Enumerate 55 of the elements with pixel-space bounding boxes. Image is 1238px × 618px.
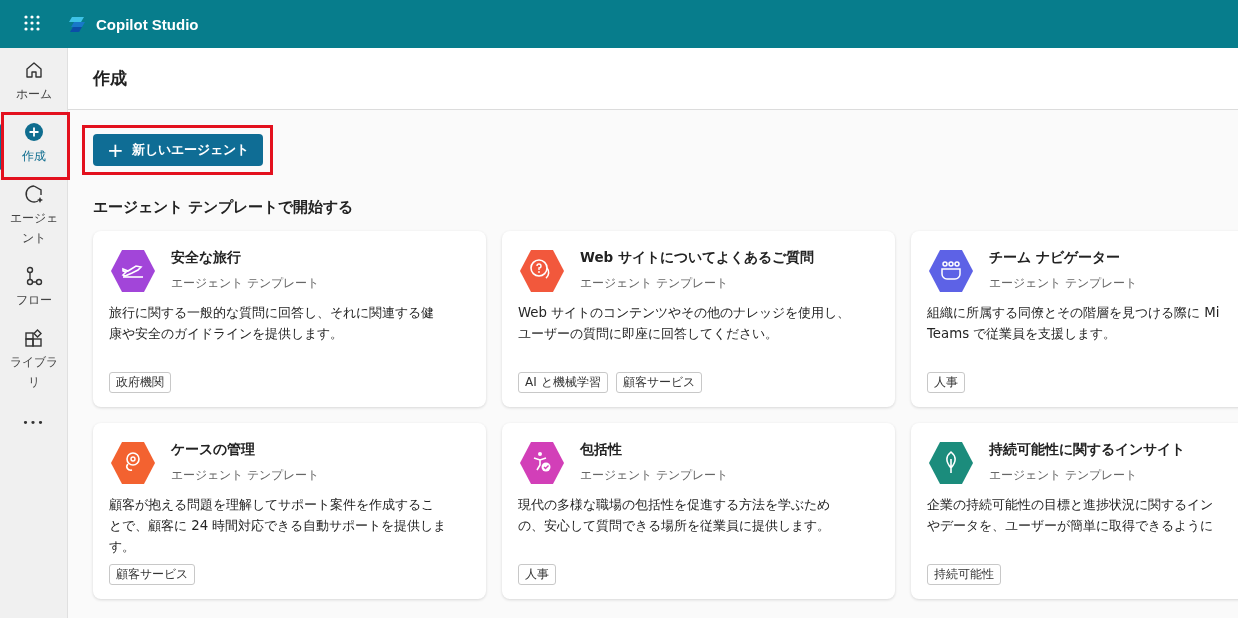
nav-item[interactable]: ホーム xyxy=(3,56,64,110)
description-line: ユーザーの質問に即座に回答してください。 xyxy=(518,325,778,343)
description-line: す。 xyxy=(109,538,135,556)
category-tag: 顧客サービス xyxy=(615,372,702,393)
description-line: の、安心して質問できる場所を従業員に提供します。 xyxy=(518,517,830,535)
description-line: 旅行に関する一般的な質問に回答し、それに関連する健 xyxy=(109,304,434,322)
template-subtitle: エージェント テンプレート xyxy=(171,468,319,483)
more-button[interactable]: ••• xyxy=(22,416,45,429)
category-tag: 人事 xyxy=(518,564,556,585)
nav-item[interactable]: ライブラリ xyxy=(3,324,64,398)
template-title[interactable]: 安全な旅行 xyxy=(171,249,319,267)
template-card[interactable]: Web サイトについてよくあるご質問 エージェント テンプレート Web サイトのコンテンツやその他のナレッジを使用し、 ユーザーの質問に即座に回答してください。 AI と機械学習 顧客サービス xyxy=(502,231,895,407)
new-agent-button[interactable]: + 新しいエージェント xyxy=(93,134,263,166)
logo-icon xyxy=(68,15,88,33)
nav-icon xyxy=(23,60,44,80)
template-title[interactable]: Web サイトについてよくあるご質問 xyxy=(580,249,814,267)
description-line: 組織に所属する同僚とその階層を見つける際に Mi xyxy=(927,304,1220,322)
app-launcher-icon[interactable] xyxy=(24,15,42,33)
template-subtitle: エージェント テンプレート xyxy=(989,276,1137,291)
section-heading: エージェント テンプレートで開始する xyxy=(93,198,355,217)
description-line: とで、顧客に 24 時間対応できる自動サポートを提供しま xyxy=(109,517,447,535)
nav-icon xyxy=(23,328,44,348)
template-card[interactable]: 持続可能性に関するインサイト エージェント テンプレート 企業の持続可能性の目標と進捗状況に関するイン やデータを、ユーザーが簡単に取得できるように 持続可能性 xyxy=(911,423,1238,599)
description-line: やデータを、ユーザーが簡単に取得できるように xyxy=(927,517,1213,535)
nav-item[interactable]: エージェント xyxy=(3,180,64,254)
template-card[interactable]: 包括性 エージェント テンプレート 現代の多様な職場の包括性を促進する方法を学ぶため の、安心して質問できる場所を従業員に提供します。 人事 xyxy=(502,423,895,599)
template-title[interactable]: 包括性 xyxy=(580,441,728,459)
description-line: 現代の多様な職場の包括性を促進する方法を学ぶため xyxy=(518,496,830,514)
description-line: 顧客が抱える問題を理解してサポート案件を作成するこ xyxy=(109,496,434,514)
category-tag: 顧客サービス xyxy=(109,564,195,585)
template-card[interactable]: チーム ナビゲーター エージェント テンプレート 組織に所属する同僚とその階層を見つける際に Mi Teams で従業員を支援します。 人事 xyxy=(911,231,1238,407)
template-title[interactable]: 持続可能性に関するインサイト xyxy=(989,441,1185,459)
category-tag: 人事 xyxy=(927,372,965,393)
app-title: Copilot Studio xyxy=(96,15,199,33)
selection-indicator xyxy=(0,124,3,170)
template-subtitle: エージェント テンプレート xyxy=(989,468,1138,483)
nav-icon xyxy=(23,184,44,204)
template-card[interactable]: ケースの管理 エージェント テンプレート 顧客が抱える問題を理解してサポート案件を作成するこ とで、顧客に 24 時間対応できる自動サポートを提供しま す。 顧客サービス xyxy=(93,423,486,599)
description-line: 企業の持続可能性の目標と進捗状況に関するイン xyxy=(927,496,1213,514)
nav-item[interactable]: フロー xyxy=(3,262,64,316)
template-title[interactable]: ケースの管理 xyxy=(171,441,319,459)
description-line: Teams で従業員を支援します。 xyxy=(927,325,1117,343)
template-subtitle: エージェント テンプレート xyxy=(580,468,728,483)
description-line: Web サイトのコンテンツやその他のナレッジを使用し、 xyxy=(518,304,851,322)
template-card[interactable]: 安全な旅行 エージェント テンプレート 旅行に関する一般的な質問に回答し、それに関連する健 康や安全のガイドラインを提供します。 政府機関 xyxy=(93,231,486,407)
category-tag: 持続可能性 xyxy=(927,564,1001,585)
template-title[interactable]: チーム ナビゲーター xyxy=(989,249,1137,267)
template-subtitle: エージェント テンプレート xyxy=(171,276,319,291)
page-title: 作成 xyxy=(93,67,127,90)
description-line: 康や安全のガイドラインを提供します。 xyxy=(109,325,343,343)
template-subtitle: エージェント テンプレート xyxy=(580,276,729,291)
nav-icon xyxy=(23,122,44,142)
nav-item[interactable]: 作成 xyxy=(3,118,64,172)
category-tag: 政府機関 xyxy=(109,372,171,393)
category-tag: AI と機械学習 xyxy=(518,372,608,393)
